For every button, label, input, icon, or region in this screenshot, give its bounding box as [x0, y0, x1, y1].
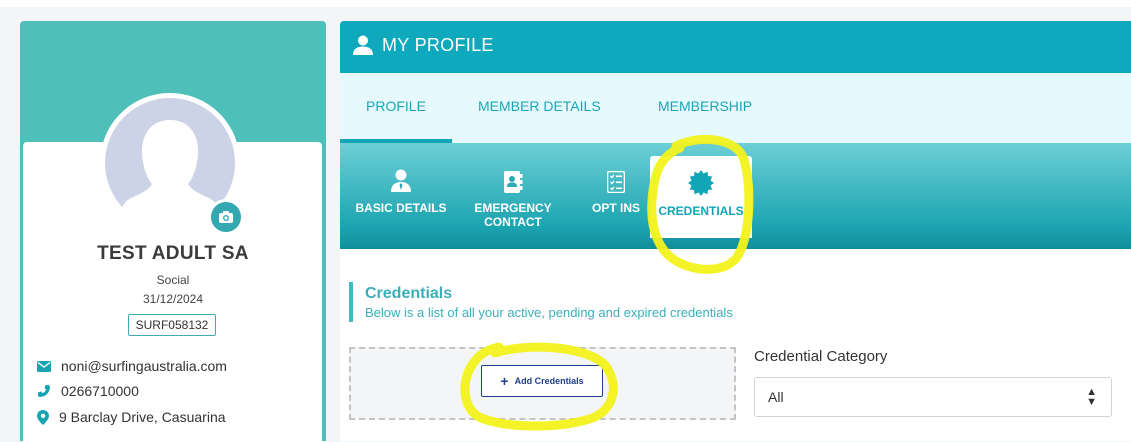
subnav-opt-ins[interactable]: OPT INS: [588, 143, 644, 238]
profile-panel: MY PROFILE PROFILE MEMBER DETAILS MEMBER…: [340, 21, 1131, 441]
add-credentials-button[interactable]: + Add Credentials: [481, 365, 603, 397]
phone-text: 0266710000: [61, 383, 139, 399]
tab-member-details[interactable]: MEMBER DETAILS: [478, 98, 601, 114]
certificate-badge-icon: [688, 170, 714, 196]
envelope-icon: [37, 360, 51, 372]
tab-profile[interactable]: PROFILE: [366, 98, 426, 114]
address-text: 9 Barclay Drive, Casuarina: [59, 409, 226, 425]
credential-category-label: Credential Category: [754, 348, 888, 365]
membership-expiry-date: 31/12/2024: [142, 292, 204, 306]
profile-tabs: PROFILE MEMBER DETAILS MEMBERSHIP: [340, 73, 1131, 143]
add-credentials-label: Add Credentials: [514, 376, 584, 386]
subnav-basic-details-label: BASIC DETAILS: [355, 201, 447, 215]
panel-header: MY PROFILE: [340, 21, 1131, 73]
map-pin-icon: [37, 409, 49, 425]
credentials-heading: Credentials: [365, 285, 453, 302]
user-icon: [353, 35, 373, 55]
address-book-icon: [504, 171, 523, 193]
profile-card: TEST ADULT SA Social 31/12/2024 SURF0581…: [20, 21, 326, 442]
subnav-emergency-contact[interactable]: EMERGENCY CONTACT: [466, 143, 560, 238]
top-strip: [0, 0, 1131, 7]
panel-title: MY PROFILE: [382, 35, 494, 55]
member-id-badge: SURF058132: [128, 314, 216, 336]
user-tie-icon: [391, 169, 411, 192]
subnav-opt-ins-label: OPT INS: [591, 201, 640, 215]
credential-category-select[interactable]: All ▲ ▼: [754, 377, 1112, 417]
camera-icon: [219, 211, 233, 223]
profile-subnav: BASIC DETAILS EMERGENCY CONTACT OPT INS …: [340, 143, 1131, 249]
checklist-icon: [607, 171, 625, 193]
phone-icon: [38, 385, 50, 397]
plus-icon: +: [500, 373, 509, 389]
subnav-basic-details[interactable]: BASIC DETAILS: [354, 143, 448, 238]
subnav-credentials[interactable]: CREDENTIALS: [650, 156, 752, 238]
select-arrows-icon: ▲ ▼: [1086, 386, 1097, 408]
section-accent-bar: [349, 282, 353, 322]
email-row: noni@surfingaustralia.com: [37, 358, 227, 374]
email-text: noni@surfingaustralia.com: [61, 358, 227, 374]
subnav-emergency-contact-label: EMERGENCY CONTACT: [474, 201, 552, 229]
credentials-subheading: Below is a list of all your active, pend…: [365, 305, 733, 320]
membership-type: Social: [156, 273, 190, 287]
profile-name: TEST ADULT SA: [97, 243, 249, 264]
phone-row: 0266710000: [37, 383, 139, 399]
tab-membership[interactable]: MEMBERSHIP: [658, 98, 752, 114]
address-row: 9 Barclay Drive, Casuarina: [37, 409, 226, 425]
change-photo-button[interactable]: [208, 199, 244, 235]
subnav-credentials-label: CREDENTIALS: [658, 204, 744, 218]
credential-category-value: All: [768, 389, 784, 405]
